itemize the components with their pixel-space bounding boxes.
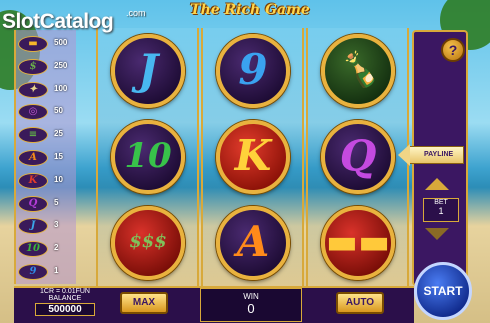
paytable-glyph: ≡: [28, 129, 38, 141]
champagne-symbol: 🍾: [321, 34, 395, 108]
paytable-glyph: ✦: [28, 83, 38, 95]
paytable-glyph: J: [30, 220, 36, 232]
j-icon: J: [18, 218, 48, 235]
symbol-glyph: A: [236, 217, 270, 266]
paytable-row: ▬ 500: [16, 34, 78, 54]
max-button[interactable]: MAX: [120, 292, 168, 314]
paytable-row: Q5: [16, 194, 78, 214]
win-label: WIN: [243, 292, 259, 301]
paytable-row: K 10: [16, 171, 78, 191]
balance-label: BALANCE: [48, 295, 82, 302]
paytable: ▬ 500 $250 ✦ 100 ◎ 50 ≡ 25 A 15 K 10 Q 5 J 3 10 2 9 1: [14, 30, 76, 284]
reel-2: 9 KA: [201, 28, 304, 286]
a-icon: A: [18, 150, 48, 166]
paytable-row: 10 2: [16, 239, 78, 259]
paytable-row: ◎ 50: [16, 102, 78, 122]
balance-panel: 1CR = 0.01FUN BALANCE 500000: [30, 286, 100, 323]
money-stack-icon: $: [18, 58, 48, 75]
ten-symbol: 10: [111, 120, 185, 194]
cash-icon: ≡: [18, 127, 48, 144]
ring-icon: ◎: [18, 104, 48, 121]
game-title: The Rich Game: [190, 2, 310, 18]
auto-button[interactable]: AUTO: [336, 292, 384, 314]
payline-button[interactable]: PAYLINE: [398, 144, 464, 166]
q-symbol: Q: [321, 120, 395, 194]
nine-symbol: 9: [216, 34, 290, 108]
a-symbol: A: [216, 206, 290, 280]
bet-display: BET 1: [423, 198, 459, 222]
paytable-glyph: A: [29, 152, 37, 163]
paytable-value: 10: [54, 174, 63, 184]
paytable-value: 15: [54, 152, 63, 161]
gold-bars-icon: ▬: [18, 36, 48, 52]
money-stack-symbol: $$$: [111, 206, 185, 280]
paytable-row: J3: [16, 216, 78, 236]
bet-label: BET: [434, 199, 448, 206]
paytable-row: 91: [16, 262, 78, 282]
paytable-value: 100: [54, 83, 68, 93]
bet-value: 1: [438, 206, 444, 216]
paytable-row: ✦ 100: [16, 80, 78, 100]
paytable-value: 2: [54, 243, 59, 253]
symbol-glyph: 9: [238, 45, 268, 94]
paytable-glyph: ◎: [28, 106, 38, 118]
paytable-value: 3: [54, 220, 59, 230]
paytable-glyph: ▬: [28, 38, 38, 49]
win-display: WIN 0: [200, 288, 302, 322]
symbol-glyph: ▬▬: [325, 222, 391, 262]
help-button[interactable]: ?: [441, 38, 465, 62]
paytable-row: A 15: [16, 148, 78, 168]
credit-rate: 1CR = 0.01FUN: [40, 288, 90, 295]
q-icon: Q: [18, 195, 48, 212]
champagne-icon: ✦: [18, 81, 48, 98]
paytable-value: 50: [54, 106, 63, 116]
reels-area: J 10 $$$ 9 K A 🍾 Q ▬▬: [96, 28, 412, 286]
balance-value: 500000: [35, 303, 95, 316]
paytable-glyph: K: [28, 174, 38, 186]
watermark-com: .com: [126, 8, 146, 18]
symbol-glyph: 🍾: [336, 50, 380, 90]
j-symbol: J: [111, 34, 185, 108]
paytable-value: 5: [54, 197, 59, 207]
bet-down-arrow-icon[interactable]: [425, 228, 449, 240]
payline-label: PAYLINE: [424, 151, 454, 158]
paytable-glyph: Q: [28, 197, 38, 209]
watermark-logo: SlotCatalog: [2, 10, 114, 33]
symbol-glyph: Q: [339, 131, 377, 180]
k-icon: K: [18, 172, 48, 189]
paytable-value: 25: [54, 129, 63, 139]
symbol-glyph: K: [234, 131, 272, 180]
paytable-glyph: 10: [26, 243, 40, 255]
paytable-value: 1: [54, 266, 59, 275]
symbol-glyph: $$$: [129, 231, 167, 252]
nine-icon: 9: [18, 264, 48, 280]
win-value: 0: [247, 301, 255, 316]
ten-icon: 10: [18, 241, 48, 258]
paytable-value: 500: [54, 38, 68, 47]
start-button[interactable]: START: [414, 262, 472, 320]
paytable-glyph: 9: [29, 266, 37, 277]
paytable-row: ≡ 25: [16, 125, 78, 145]
reel-3: 🍾 Q ▬▬: [306, 28, 409, 286]
paytable-row: $250: [16, 57, 78, 77]
paytable-value: 250: [54, 60, 68, 70]
k-symbol: K: [216, 120, 290, 194]
left-arrow-icon: [398, 144, 410, 166]
reel-1: J 10 $$$: [96, 28, 199, 286]
symbol-glyph: 10: [124, 136, 172, 176]
symbol-glyph: J: [138, 45, 158, 94]
paytable-glyph: $: [29, 60, 37, 72]
bet-up-arrow-icon[interactable]: [425, 178, 449, 190]
gold-bars-symbol: ▬▬: [321, 206, 395, 280]
